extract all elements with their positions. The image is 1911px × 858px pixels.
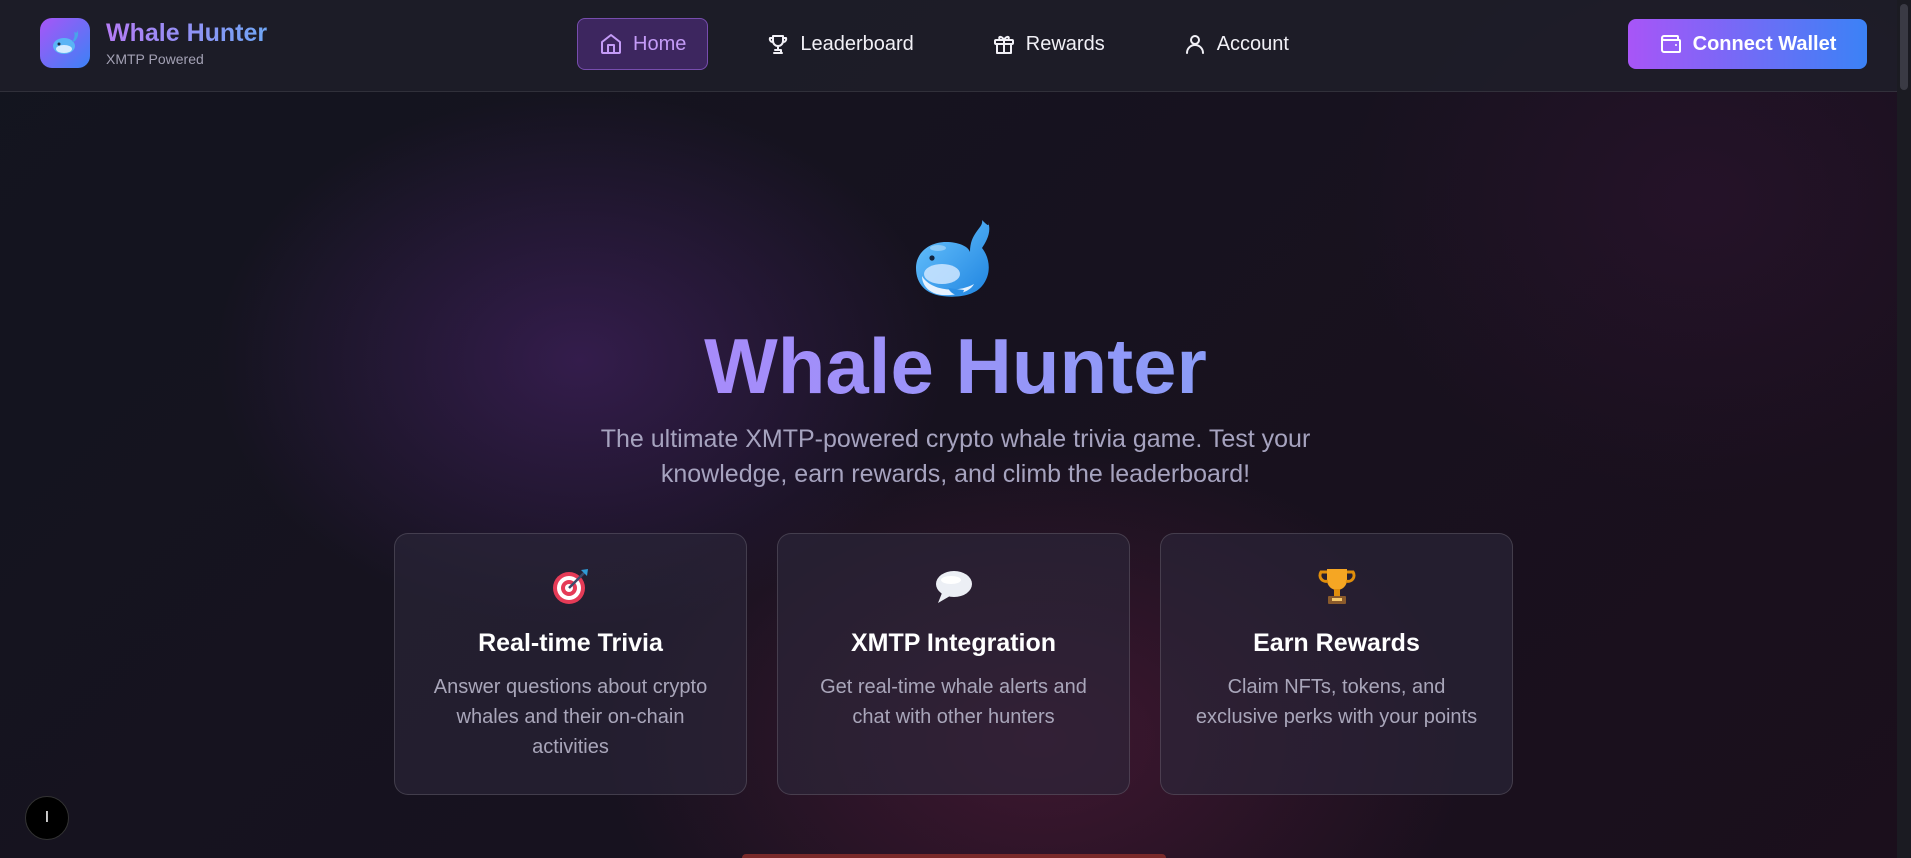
connect-wallet-button[interactable]: Connect Wallet <box>1628 19 1867 69</box>
nav-rewards[interactable]: Rewards <box>972 18 1125 70</box>
feature-description: Answer questions about crypto whales and… <box>433 676 708 758</box>
floating-action-button[interactable]: I <box>25 796 69 840</box>
brand[interactable]: Whale Hunter XMTP Powered <box>40 18 267 68</box>
whale-logo-icon <box>40 18 90 68</box>
feature-description: Get real-time whale alerts and chat with… <box>820 676 1087 728</box>
wallet-icon <box>1660 35 1681 53</box>
scrollbar[interactable] <box>1897 0 1911 858</box>
brand-title: Whale Hunter <box>106 19 268 47</box>
target-icon <box>395 564 746 608</box>
hero-title: Whale Hunter <box>704 322 1207 410</box>
main-nav: Home Leaderboard Rewards Account <box>577 18 1347 70</box>
feature-description: Claim NFTs, tokens, and exclusive perks … <box>1195 676 1478 728</box>
feature-card-rewards: Earn Rewards Claim NFTs, tokens, and exc… <box>1160 533 1513 795</box>
nav-home-label: Home <box>633 32 687 55</box>
gift-icon <box>993 35 1014 54</box>
nav-home[interactable]: Home <box>577 18 709 70</box>
connect-wallet-label: Connect Wallet <box>1692 32 1837 55</box>
trophy-emoji-icon <box>1161 564 1512 608</box>
nav-account-label: Account <box>1216 32 1289 55</box>
feature-title: Real-time Trivia <box>478 629 663 657</box>
trophy-icon <box>769 35 788 54</box>
nav-account[interactable]: Account <box>1163 18 1309 70</box>
scrollbar-thumb[interactable] <box>1900 4 1908 90</box>
user-icon <box>1185 35 1204 54</box>
top-navbar: Whale Hunter XMTP Powered Home Leaderboa… <box>0 0 1911 92</box>
feature-card-trivia: Real-time Trivia Answer questions about … <box>394 533 747 795</box>
feature-title: XMTP Integration <box>850 629 1057 657</box>
brand-subtitle: XMTP Powered <box>106 51 204 67</box>
nav-leaderboard-label: Leaderboard <box>800 32 914 55</box>
feature-title: Earn Rewards <box>1253 629 1420 657</box>
home-icon <box>601 34 621 54</box>
whale-emoji-icon <box>916 220 990 297</box>
features-grid: Real-time Trivia Answer questions about … <box>394 533 1513 795</box>
speech-bubble-icon <box>778 564 1129 608</box>
cta-button-edge[interactable] <box>742 854 1166 858</box>
nav-rewards-label: Rewards <box>1025 32 1105 55</box>
feature-card-xmtp: XMTP Integration Get real-time whale ale… <box>777 533 1130 795</box>
nav-leaderboard[interactable]: Leaderboard <box>746 18 933 70</box>
hero-description: The ultimate XMTP-powered crypto whale t… <box>600 425 1311 488</box>
